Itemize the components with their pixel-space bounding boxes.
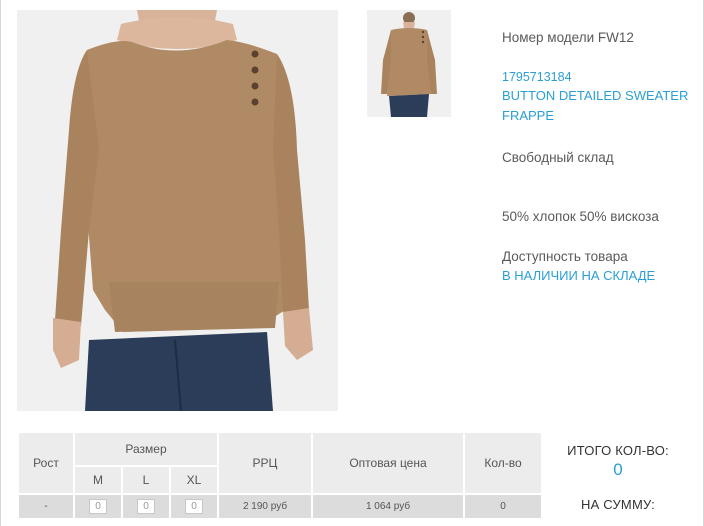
product-name-link[interactable]: BUTTON DETAILED SWEATER FRAPPE bbox=[502, 86, 702, 126]
model-number: Номер модели FW12 bbox=[502, 30, 634, 45]
total-qty-value: 0 bbox=[613, 460, 623, 479]
sweater-photo-icon bbox=[17, 10, 338, 411]
header-rost: Рост bbox=[17, 431, 75, 495]
size-xl-cell: 0 bbox=[169, 493, 219, 520]
product-sku-link[interactable]: 1795713184 bbox=[502, 67, 572, 87]
size-xl-qty-input[interactable]: 0 bbox=[185, 499, 203, 514]
size-m-cell: 0 bbox=[73, 493, 123, 520]
row-quantity: 0 bbox=[463, 493, 543, 520]
product-thumbnail[interactable] bbox=[367, 10, 451, 117]
stock-type: Свободный склад bbox=[502, 150, 614, 165]
header-size-xl: XL bbox=[169, 465, 219, 495]
header-size: Размер bbox=[73, 431, 219, 467]
size-m-qty-input[interactable]: 0 bbox=[89, 499, 107, 514]
total-sum-label: НА СУММУ: bbox=[581, 497, 655, 512]
table-row: - 0 0 0 2 190 руб 1 064 руб 0 bbox=[17, 493, 543, 520]
size-l-qty-input[interactable]: 0 bbox=[137, 499, 155, 514]
row-wholesale-price: 1 064 руб bbox=[311, 493, 465, 520]
header-size-m: M bbox=[73, 465, 123, 495]
availability-label: Доступность товара bbox=[502, 249, 628, 264]
total-qty-label: ИТОГО КОЛ-ВО: bbox=[567, 443, 669, 458]
composition: 50% хлопок 50% вискоза bbox=[502, 209, 659, 224]
availability-value: В НАЛИЧИИ НА СКЛАДЕ bbox=[502, 268, 656, 283]
row-rost: - bbox=[17, 493, 75, 520]
size-l-cell: 0 bbox=[121, 493, 171, 520]
header-wholesale-price: Оптовая цена bbox=[311, 431, 465, 495]
order-totals: ИТОГО КОЛ-ВО: 0 НА СУММУ: bbox=[548, 443, 688, 512]
header-quantity: Кол-во bbox=[463, 431, 543, 495]
header-rrc: РРЦ bbox=[217, 431, 313, 495]
product-main-image[interactable] bbox=[17, 10, 338, 411]
sweater-photo-thumb-icon bbox=[367, 10, 451, 117]
header-size-l: L bbox=[121, 465, 171, 495]
row-rrc: 2 190 руб bbox=[217, 493, 313, 520]
order-table: Рост Размер РРЦ Оптовая цена Кол-во M L … bbox=[17, 431, 543, 520]
